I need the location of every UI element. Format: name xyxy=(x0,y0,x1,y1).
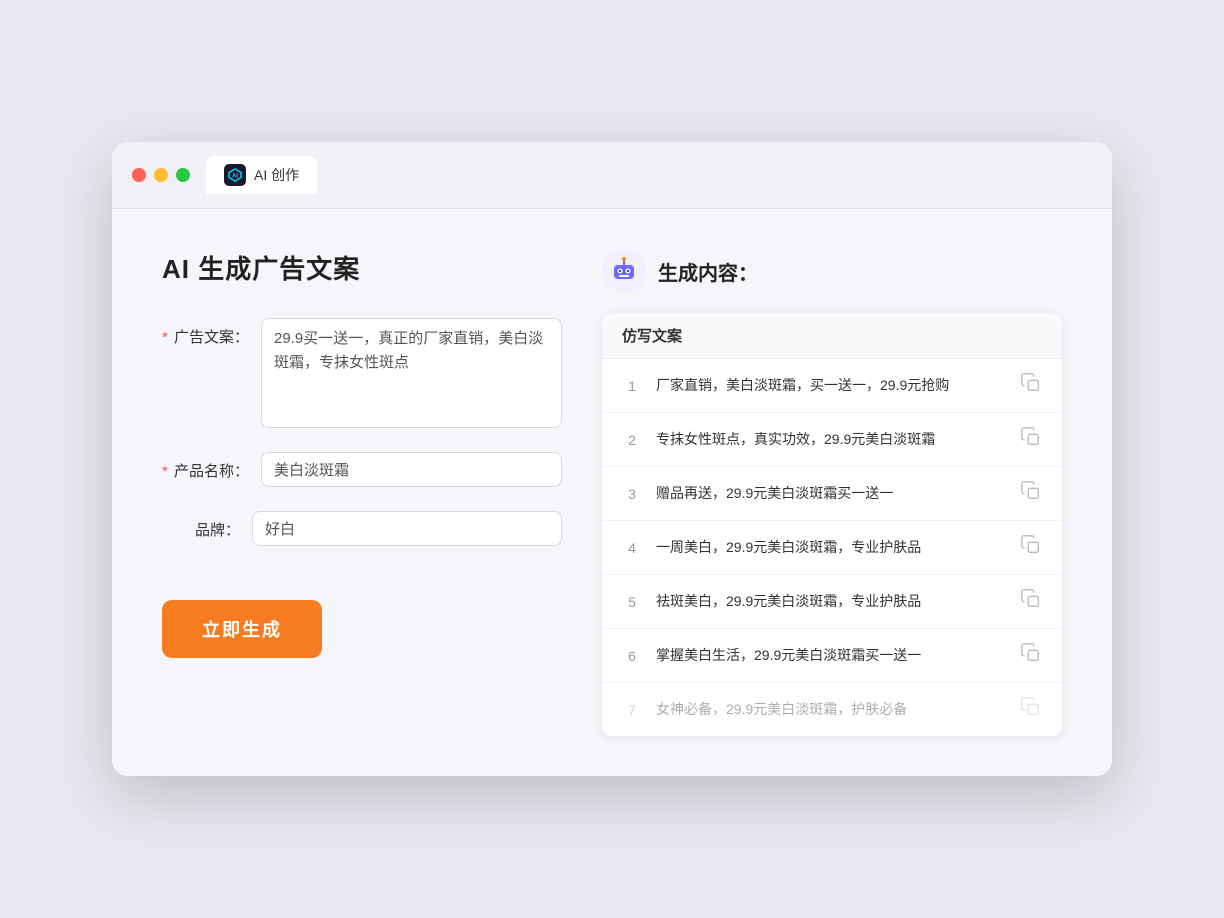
browser-window: AI AI 创作 AI 生成广告文案 * 广告文案： 29.9买一送一，真正的厂… xyxy=(112,142,1112,776)
result-table-header: 仿写文案 xyxy=(602,313,1062,359)
row-text: 女神必备，29.9元美白淡斑霜，护肤必备 xyxy=(656,699,1006,720)
result-row: 4 一周美白，29.9元美白淡斑霜，专业护肤品 xyxy=(602,521,1062,575)
row-text: 一周美白，29.9元美白淡斑霜，专业护肤品 xyxy=(656,537,1006,558)
row-text: 赠品再送，29.9元美白淡斑霜买一送一 xyxy=(656,483,1006,504)
page-title: AI 生成广告文案 xyxy=(162,249,562,286)
copy-icon[interactable] xyxy=(1020,588,1042,615)
brand-input[interactable] xyxy=(252,511,562,546)
result-row: 1 厂家直销，美白淡斑霜，买一送一，29.9元抢购 xyxy=(602,359,1062,413)
label-brand: 品牌： xyxy=(162,511,252,540)
maximize-button[interactable] xyxy=(176,168,190,182)
close-button[interactable] xyxy=(132,168,146,182)
browser-content: AI 生成广告文案 * 广告文案： 29.9买一送一，真正的厂家直销，美白淡斑霜… xyxy=(112,209,1112,776)
tab-label: AI 创作 xyxy=(254,165,299,185)
copy-icon[interactable] xyxy=(1020,696,1042,723)
result-row: 7 女神必备，29.9元美白淡斑霜，护肤必备 xyxy=(602,683,1062,736)
copy-icon[interactable] xyxy=(1020,642,1042,669)
generate-button[interactable]: 立即生成 xyxy=(162,600,322,658)
row-number: 5 xyxy=(622,594,642,610)
minimize-button[interactable] xyxy=(154,168,168,182)
result-header: 生成内容： xyxy=(602,249,1062,293)
result-table: 仿写文案 1 厂家直销，美白淡斑霜，买一送一，29.9元抢购 2 专抹女性斑点，真实… xyxy=(602,313,1062,736)
required-star-1: * xyxy=(162,329,168,346)
copy-icon[interactable] xyxy=(1020,426,1042,453)
tab-ai-create[interactable]: AI AI 创作 xyxy=(206,156,317,194)
main-layout: AI 生成广告文案 * 广告文案： 29.9买一送一，真正的厂家直销，美白淡斑霜… xyxy=(162,249,1062,736)
row-number: 3 xyxy=(622,486,642,502)
result-row: 3 赠品再送，29.9元美白淡斑霜买一送一 xyxy=(602,467,1062,521)
result-row: 5 祛斑美白，29.9元美白淡斑霜，专业护肤品 xyxy=(602,575,1062,629)
row-text: 掌握美白生活，29.9元美白淡斑霜买一送一 xyxy=(656,645,1006,666)
robot-icon xyxy=(602,249,646,293)
row-text: 祛斑美白，29.9元美白淡斑霜，专业护肤品 xyxy=(656,591,1006,612)
copy-icon[interactable] xyxy=(1020,480,1042,507)
label-ad-copy: * 广告文案： xyxy=(162,318,261,347)
result-row: 2 专抹女性斑点，真实功效，29.9元美白淡斑霜 xyxy=(602,413,1062,467)
browser-titlebar: AI AI 创作 xyxy=(112,142,1112,209)
ad-copy-input[interactable]: 29.9买一送一，真正的厂家直销，美白淡斑霜，专抹女性斑点 xyxy=(261,318,562,428)
form-row-product-name: * 产品名称： xyxy=(162,452,562,487)
label-product-name: * 产品名称： xyxy=(162,452,261,481)
traffic-lights xyxy=(132,168,190,182)
row-number: 2 xyxy=(622,432,642,448)
required-star-2: * xyxy=(162,463,168,480)
row-number: 7 xyxy=(622,702,642,718)
row-text: 专抹女性斑点，真实功效，29.9元美白淡斑霜 xyxy=(656,429,1006,450)
product-name-input[interactable] xyxy=(261,452,562,487)
right-panel: 生成内容： 仿写文案 1 厂家直销，美白淡斑霜，买一送一，29.9元抢购 2 专抹女… xyxy=(602,249,1062,736)
row-number: 4 xyxy=(622,540,642,556)
left-panel: AI 生成广告文案 * 广告文案： 29.9买一送一，真正的厂家直销，美白淡斑霜… xyxy=(162,249,562,736)
row-number: 6 xyxy=(622,648,642,664)
form-row-brand: 品牌： xyxy=(162,511,562,546)
result-title: 生成内容： xyxy=(658,257,758,286)
row-text: 厂家直销，美白淡斑霜，买一送一，29.9元抢购 xyxy=(656,375,1006,396)
result-rows-container: 1 厂家直销，美白淡斑霜，买一送一，29.9元抢购 2 专抹女性斑点，真实功效，29… xyxy=(602,359,1062,736)
row-number: 1 xyxy=(622,378,642,394)
copy-icon[interactable] xyxy=(1020,534,1042,561)
form-row-ad-copy: * 广告文案： 29.9买一送一，真正的厂家直销，美白淡斑霜，专抹女性斑点 xyxy=(162,318,562,428)
svg-text:AI: AI xyxy=(232,174,238,180)
copy-icon[interactable] xyxy=(1020,372,1042,399)
result-row: 6 掌握美白生活，29.9元美白淡斑霜买一送一 xyxy=(602,629,1062,683)
ai-tab-icon: AI xyxy=(224,164,246,186)
